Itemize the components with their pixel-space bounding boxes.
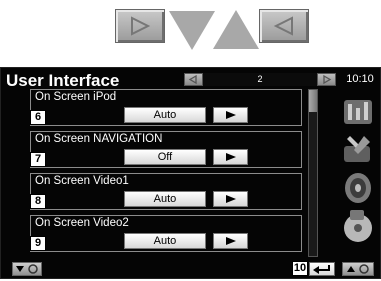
setting-label: On Screen Video2: [35, 217, 129, 229]
settings-list: On Screen iPod Auto On Screen NAVIGATION…: [6, 89, 335, 257]
disc-icon: [344, 210, 372, 242]
scroll-down-button[interactable]: [12, 262, 42, 276]
setting-toggle-button[interactable]: [213, 107, 248, 123]
page-number: 2: [257, 74, 263, 84]
scroll-down-icon: [16, 264, 38, 274]
sidebar-audio-button[interactable]: [340, 94, 376, 130]
tools-icon: [344, 136, 370, 162]
setting-label: On Screen NAVIGATION: [35, 133, 163, 145]
play-left-icon: [273, 16, 293, 36]
play-right-icon: [226, 111, 236, 119]
setting-row-video2: On Screen Video2 Auto: [30, 215, 302, 252]
scrollbar-thumb[interactable]: [309, 90, 317, 112]
step-arrows: [0, 0, 381, 60]
play-right-icon: [226, 237, 236, 245]
sidebar-tools-button[interactable]: [340, 132, 376, 168]
scroll-up-button[interactable]: [342, 262, 374, 276]
callout-badge: 9: [30, 236, 46, 251]
page-next-icon: [323, 74, 332, 85]
scrollbar[interactable]: [308, 89, 318, 257]
play-right-icon: [226, 195, 236, 203]
clock: 10:10: [346, 73, 374, 85]
sidebar-speaker-button[interactable]: [340, 170, 376, 206]
sidebar-disc-button[interactable]: [340, 208, 376, 244]
setting-value: Auto: [124, 107, 206, 123]
setting-row-video1: On Screen Video1 Auto: [30, 173, 302, 210]
callout-badge: 7: [30, 152, 46, 167]
scroll-up-icon: [347, 264, 369, 274]
setting-label: On Screen iPod: [35, 91, 117, 103]
setting-toggle-button[interactable]: [213, 191, 248, 207]
triangle-up-icon[interactable]: [211, 8, 261, 52]
next-step-button[interactable]: [115, 9, 165, 43]
setting-value: Off: [124, 149, 206, 165]
setting-toggle-button[interactable]: [213, 233, 248, 249]
setting-value: Auto: [124, 191, 206, 207]
triangle-down-icon[interactable]: [167, 8, 217, 52]
setting-value: Auto: [124, 233, 206, 249]
page-next-button[interactable]: [317, 73, 336, 86]
setting-row-ipod: On Screen iPod Auto: [30, 89, 302, 126]
return-button[interactable]: [309, 262, 335, 276]
return-icon: [313, 265, 330, 274]
audio-settings-icon: [344, 100, 372, 124]
setting-label: On Screen Video1: [35, 175, 129, 187]
play-right-icon: [226, 153, 236, 161]
page-navigator: 2: [184, 73, 336, 86]
play-right-icon: [131, 16, 151, 36]
callout-badge: 6: [30, 110, 46, 125]
callout-badge: 8: [30, 194, 46, 209]
speaker-icon: [345, 173, 371, 203]
setting-toggle-button[interactable]: [213, 149, 248, 165]
device-screen: User Interface 2 10:10 On Screen iPod Au…: [0, 67, 381, 279]
setting-row-navigation: On Screen NAVIGATION Off: [30, 131, 302, 168]
page-title: User Interface: [6, 71, 120, 90]
previous-step-button[interactable]: [259, 9, 309, 43]
callout-badge: 10: [292, 261, 308, 276]
